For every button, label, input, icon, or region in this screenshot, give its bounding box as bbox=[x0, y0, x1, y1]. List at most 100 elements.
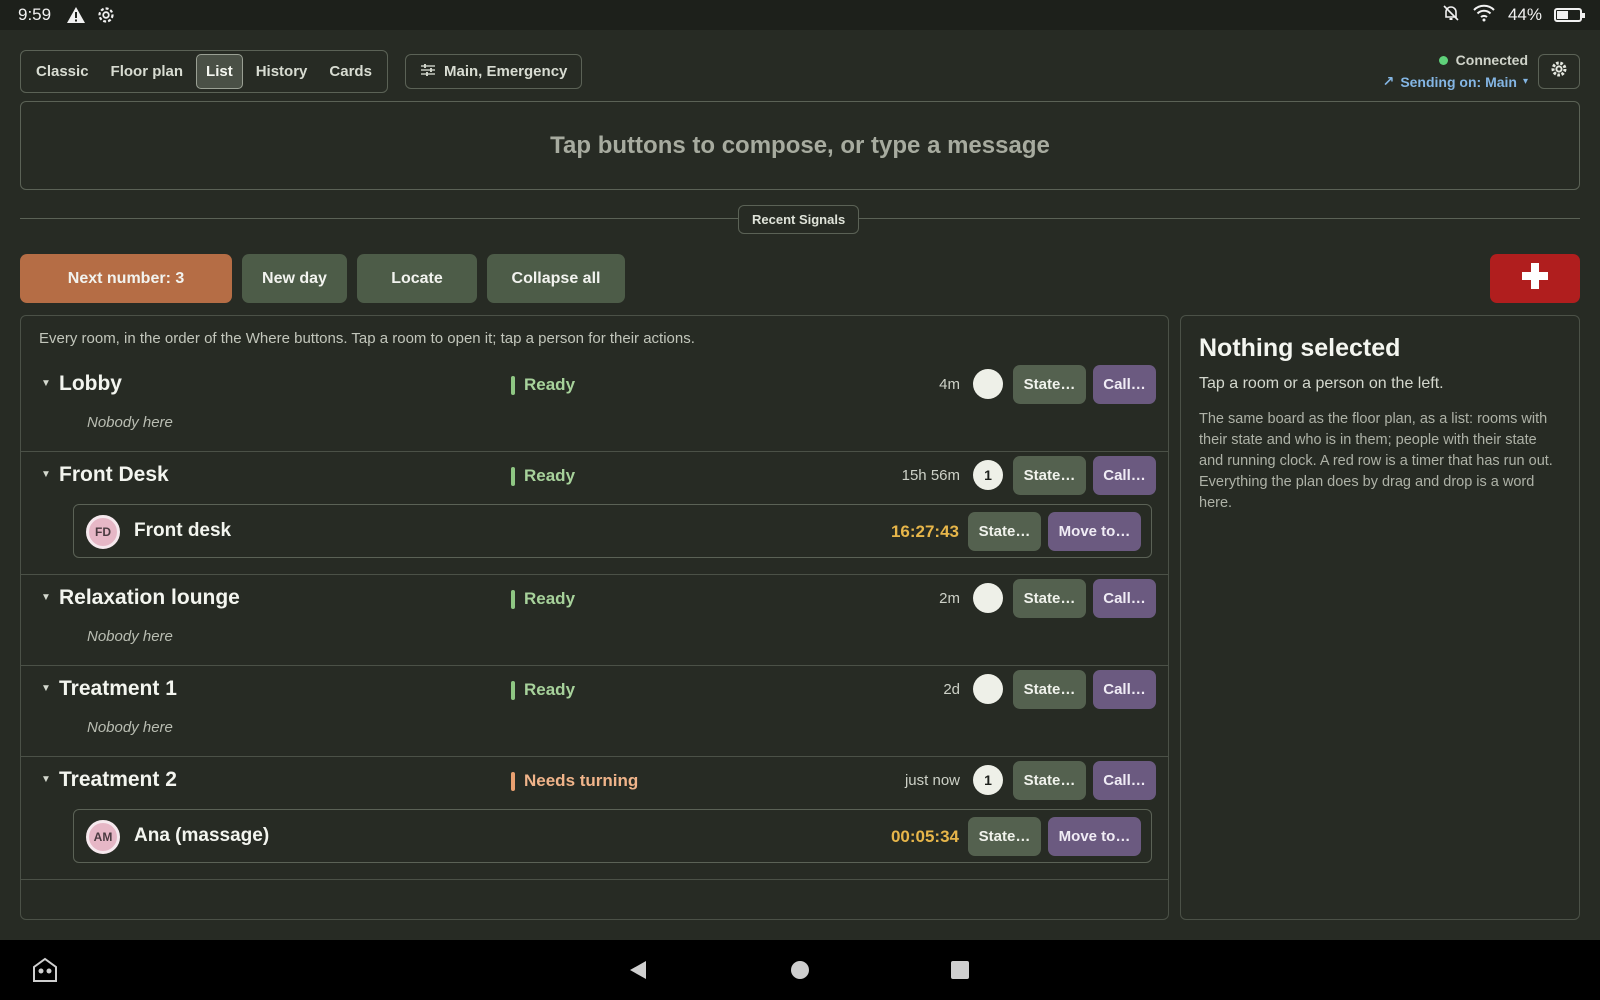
collapse-all-button[interactable]: Collapse all bbox=[487, 254, 625, 303]
connection-label: Connected bbox=[1455, 52, 1528, 68]
settings-button[interactable] bbox=[1538, 54, 1580, 89]
room-state-label: Needs turning bbox=[524, 771, 639, 790]
room-row[interactable]: ▼ Treatment 1 Ready 2d State… Call… Nobo… bbox=[21, 666, 1168, 757]
state-bar bbox=[511, 680, 515, 700]
settings-gear-icon bbox=[95, 4, 117, 26]
recents-icon[interactable] bbox=[950, 960, 970, 980]
person-row[interactable]: AM Ana (massage) 00:05:34 State… Move to… bbox=[73, 809, 1152, 863]
person-timer: 00:05:34 bbox=[890, 827, 959, 846]
room-row[interactable]: ▼ Relaxation lounge Ready 2m State… Call… bbox=[21, 575, 1168, 666]
occupancy-badge bbox=[973, 674, 1003, 704]
room-row[interactable]: ▼ Treatment 2 Needs turning just now 1 S… bbox=[21, 757, 1168, 880]
empty-room-note: Nobody here bbox=[87, 628, 173, 645]
person-move-button[interactable]: Move to… bbox=[1048, 512, 1141, 551]
expand-triangle-icon[interactable]: ▼ bbox=[41, 774, 51, 785]
room-state: Needs turning bbox=[511, 771, 638, 791]
expand-triangle-icon[interactable]: ▼ bbox=[41, 592, 51, 603]
sending-channel-selector[interactable]: ↗ Sending on: Main ▾ bbox=[1383, 73, 1528, 90]
caret-down-icon: ▾ bbox=[1522, 76, 1528, 87]
warning-icon bbox=[65, 4, 87, 26]
room-age: 15h 56m bbox=[901, 467, 960, 484]
system-nav-bar bbox=[0, 940, 1600, 1000]
expand-triangle-icon[interactable]: ▼ bbox=[41, 378, 51, 389]
sending-channel-label: Sending on: Main bbox=[1400, 73, 1517, 90]
room-state: Ready bbox=[511, 680, 575, 700]
next-number-button[interactable]: Next number: 3 bbox=[20, 254, 232, 303]
back-icon[interactable] bbox=[627, 959, 649, 981]
room-state-button[interactable]: State… bbox=[1013, 761, 1086, 800]
room-state-label: Ready bbox=[524, 375, 576, 394]
expand-triangle-icon[interactable]: ▼ bbox=[41, 469, 51, 480]
person-name: Ana (massage) bbox=[134, 825, 270, 846]
detail-subtitle: Tap a room or a person on the left. bbox=[1199, 375, 1444, 392]
room-age: 2d bbox=[943, 681, 960, 698]
wifi-icon bbox=[1472, 4, 1496, 27]
room-name: Relaxation lounge bbox=[59, 586, 240, 609]
room-name: Lobby bbox=[59, 372, 122, 395]
person-row[interactable]: FD Front desk 16:27:43 State… Move to… bbox=[73, 504, 1152, 558]
emergency-button[interactable] bbox=[1490, 254, 1580, 303]
state-bar bbox=[511, 375, 515, 395]
view-list[interactable]: List bbox=[196, 54, 243, 89]
occupancy-badge: 1 bbox=[973, 765, 1003, 795]
status-bar: 9:59 44% bbox=[0, 0, 1600, 30]
gear-icon bbox=[1549, 59, 1569, 84]
expand-triangle-icon[interactable]: ▼ bbox=[41, 683, 51, 694]
room-state: Ready bbox=[511, 589, 575, 609]
connection-status: Connected ↗ Sending on: Main ▾ bbox=[1383, 52, 1528, 90]
person-state-button[interactable]: State… bbox=[968, 512, 1041, 551]
occupancy-badge bbox=[973, 583, 1003, 613]
room-age: 4m bbox=[939, 376, 960, 393]
room-name: Treatment 1 bbox=[59, 677, 177, 700]
view-cards[interactable]: Cards bbox=[320, 55, 381, 88]
room-row[interactable]: ▼ Lobby Ready 4m State… Call… Nobody her… bbox=[21, 361, 1168, 452]
room-call-button[interactable]: Call… bbox=[1093, 761, 1156, 800]
channel-filter-label: Main, Emergency bbox=[444, 63, 568, 80]
room-row[interactable]: ▼ Front Desk Ready 15h 56m 1 State… Call… bbox=[21, 452, 1168, 575]
status-time: 9:59 bbox=[18, 5, 52, 24]
detail-title: Nothing selected bbox=[1199, 334, 1401, 362]
sliders-icon bbox=[420, 63, 436, 81]
detail-panel: Nothing selected Tap a room or a person … bbox=[1180, 315, 1580, 920]
battery-percent: 44% bbox=[1507, 5, 1542, 24]
empty-room-note: Nobody here bbox=[87, 414, 173, 431]
plus-icon bbox=[1520, 261, 1550, 296]
room-state-button[interactable]: State… bbox=[1013, 670, 1086, 709]
view-classic[interactable]: Classic bbox=[27, 55, 98, 88]
home-icon[interactable] bbox=[790, 960, 810, 980]
accessibility-icon[interactable] bbox=[30, 955, 60, 985]
room-call-button[interactable]: Call… bbox=[1093, 365, 1156, 404]
battery-icon bbox=[1554, 8, 1585, 22]
detail-body: The same board as the floor plan, as a l… bbox=[1199, 411, 1553, 511]
room-state-button[interactable]: State… bbox=[1013, 579, 1086, 618]
room-state: Ready bbox=[511, 466, 575, 486]
view-history[interactable]: History bbox=[247, 55, 317, 88]
room-list: Every room, in the order of the Where bu… bbox=[20, 315, 1169, 920]
room-state-label: Ready bbox=[524, 466, 576, 485]
room-call-button[interactable]: Call… bbox=[1093, 579, 1156, 618]
recent-signals-button[interactable]: Recent Signals bbox=[738, 205, 860, 234]
state-bar bbox=[511, 589, 515, 609]
room-age: 2m bbox=[939, 590, 960, 607]
view-floor-plan[interactable]: Floor plan bbox=[102, 55, 193, 88]
notifications-off-icon bbox=[1442, 4, 1460, 27]
channel-filter-button[interactable]: Main, Emergency bbox=[405, 54, 583, 89]
new-day-button[interactable]: New day bbox=[242, 254, 347, 303]
person-move-button[interactable]: Move to… bbox=[1048, 817, 1141, 856]
locate-button[interactable]: Locate bbox=[357, 254, 477, 303]
room-call-button[interactable]: Call… bbox=[1093, 670, 1156, 709]
avatar: FD bbox=[86, 515, 120, 549]
room-state-label: Ready bbox=[524, 589, 576, 608]
connected-dot-icon bbox=[1438, 55, 1448, 65]
room-state-button[interactable]: State… bbox=[1013, 456, 1086, 495]
room-name: Front Desk bbox=[59, 463, 169, 486]
room-state-button[interactable]: State… bbox=[1013, 365, 1086, 404]
view-switcher: Classic Floor plan List History Cards bbox=[20, 50, 388, 93]
occupancy-badge bbox=[973, 369, 1003, 399]
person-state-button[interactable]: State… bbox=[968, 817, 1041, 856]
room-call-button[interactable]: Call… bbox=[1093, 456, 1156, 495]
compose-message-field[interactable]: Tap buttons to compose, or type a messag… bbox=[20, 101, 1580, 190]
room-state: Ready bbox=[511, 375, 575, 395]
avatar: AM bbox=[86, 820, 120, 854]
empty-room-note: Nobody here bbox=[87, 719, 173, 736]
